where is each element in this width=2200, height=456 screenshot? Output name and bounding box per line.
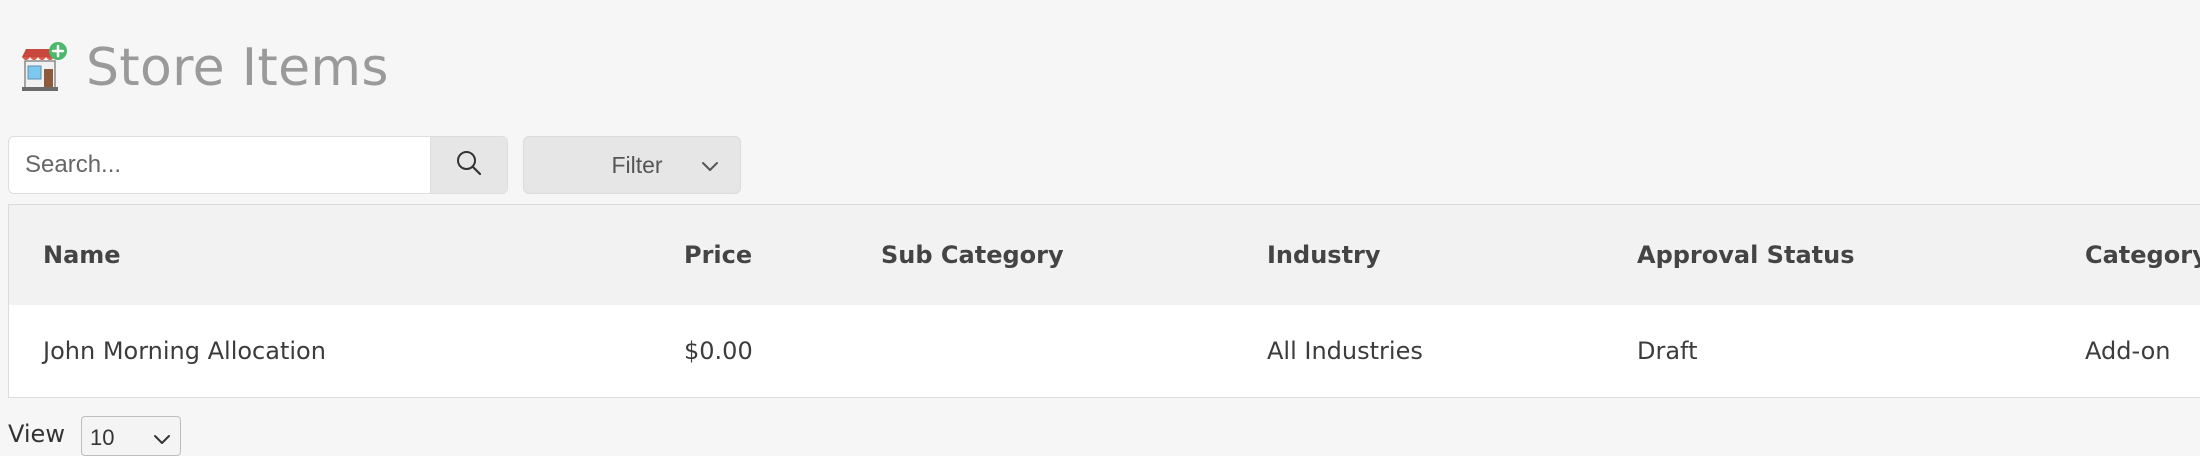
table-row[interactable]: John Morning Allocation $0.00 All Indust… — [9, 305, 2200, 397]
page-size-value: 10 — [89, 425, 115, 450]
search-input[interactable] — [9, 137, 430, 193]
column-header-industry[interactable]: Industry — [1267, 241, 1381, 269]
cell-price: $0.00 — [684, 337, 753, 365]
page-size-select[interactable]: 10 — [80, 416, 181, 456]
search-button[interactable] — [430, 137, 507, 193]
search-icon — [454, 148, 484, 183]
filter-label: Filter — [611, 151, 663, 178]
cell-approval-status: Draft — [1637, 337, 1698, 365]
column-header-approval-status[interactable]: Approval Status — [1637, 241, 1854, 269]
store-items-table: Name Price Sub Category Industry Approva… — [8, 204, 2200, 398]
chevron-down-icon — [700, 156, 720, 181]
pagination-controls: View 10 — [8, 416, 181, 456]
store-add-icon — [16, 41, 70, 95]
view-label: View — [8, 420, 65, 448]
chevron-down-icon — [152, 429, 172, 454]
cell-category: Add-on — [2085, 337, 2171, 365]
column-header-sub-category[interactable]: Sub Category — [881, 241, 1064, 269]
cell-industry: All Industries — [1267, 337, 1423, 365]
cell-name[interactable]: John Morning Allocation — [43, 337, 326, 365]
search-bar — [8, 136, 508, 194]
column-header-category[interactable]: Category — [2085, 241, 2200, 269]
filter-button[interactable]: Filter — [523, 136, 741, 194]
column-header-name[interactable]: Name — [43, 241, 121, 269]
column-header-price[interactable]: Price — [684, 241, 752, 269]
table-header: Name Price Sub Category Industry Approva… — [9, 205, 2200, 306]
page-header: Store Items — [16, 36, 389, 100]
page-title: Store Items — [86, 38, 389, 98]
